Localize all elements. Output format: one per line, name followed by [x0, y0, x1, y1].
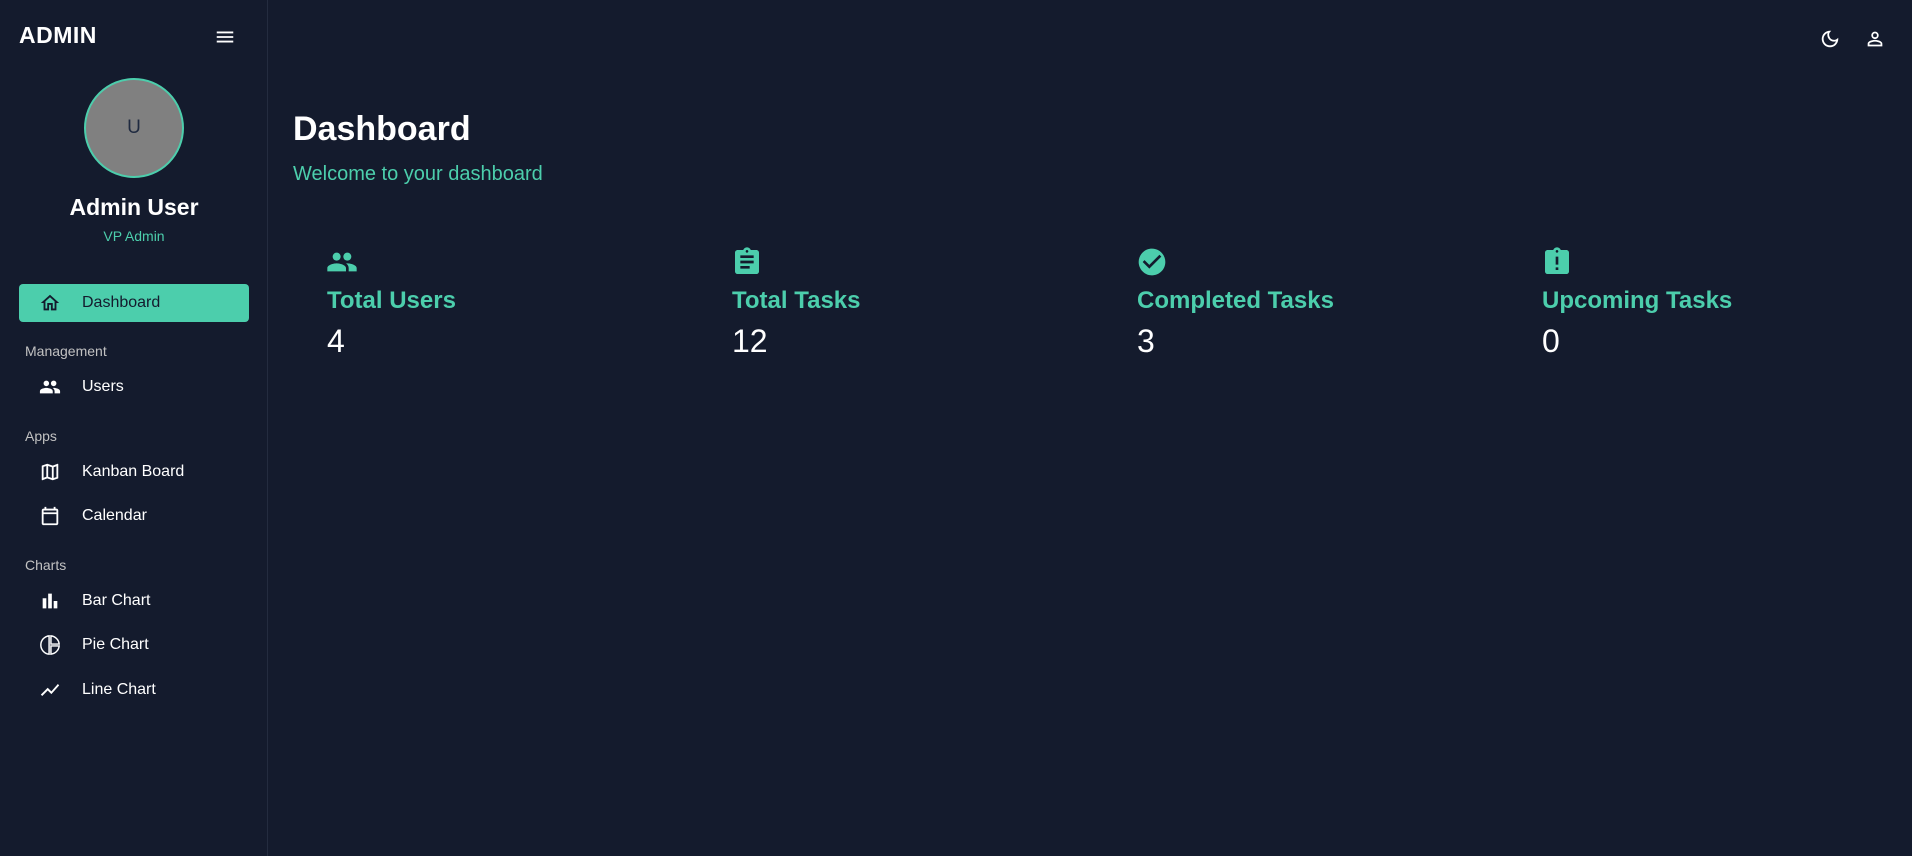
sidebar-item-label: Pie Chart — [82, 636, 149, 653]
sidebar-item-label: Bar Chart — [82, 592, 151, 609]
sidebar-item-label: Line Chart — [82, 681, 156, 698]
profile-role: VP Admin — [103, 228, 165, 244]
people-icon — [38, 375, 62, 399]
sidebar-item-dashboard[interactable]: Dashboard — [19, 284, 249, 322]
home-icon — [38, 291, 62, 315]
stat-value: 3 — [1137, 323, 1155, 359]
stat-value: 4 — [327, 323, 345, 359]
section-label-apps: Apps — [25, 428, 57, 444]
stat-card-completed-tasks: Completed Tasks 3 — [1137, 246, 1517, 366]
map-icon — [38, 460, 62, 484]
stat-card-total-tasks: Total Tasks 12 — [732, 246, 1112, 366]
app-root: ADMIN U Admin User VP Admin Dashboard Ma… — [0, 0, 1912, 856]
sidebar-item-users[interactable]: Users — [19, 368, 249, 406]
avatar-initial: U — [127, 117, 141, 138]
sidebar-item-kanban-board[interactable]: Kanban Board — [19, 453, 249, 491]
stat-title: Total Users — [327, 287, 456, 314]
check-circle-icon — [1138, 248, 1166, 276]
profile-name: Admin User — [69, 194, 199, 220]
stat-value: 12 — [732, 323, 768, 359]
sidebar-item-label: Calendar — [82, 507, 147, 524]
stat-title: Total Tasks — [732, 287, 861, 314]
sidebar-item-label: Dashboard — [82, 294, 161, 311]
section-label-charts: Charts — [25, 557, 67, 573]
stat-card-upcoming-tasks: Upcoming Tasks 0 — [1542, 246, 1912, 366]
sidebar: ADMIN U Admin User VP Admin Dashboard Ma… — [0, 0, 268, 856]
stat-title: Completed Tasks — [1137, 287, 1334, 314]
people-icon — [327, 252, 357, 272]
calendar-icon — [38, 504, 62, 528]
sidebar-item-pie-chart[interactable]: Pie Chart — [19, 626, 249, 664]
sidebar-item-label: Users — [82, 378, 124, 395]
sidebar-item-calendar[interactable]: Calendar — [19, 497, 249, 535]
sidebar-item-bar-chart[interactable]: Bar Chart — [19, 582, 249, 620]
dark-mode-icon — [1821, 30, 1839, 48]
brand-title: ADMIN — [19, 22, 97, 48]
menu-toggle-button[interactable] — [210, 24, 240, 50]
line-chart-icon — [38, 678, 62, 702]
page-title: Dashboard — [293, 110, 471, 148]
stat-value: 0 — [1542, 323, 1560, 359]
sidebar-item-line-chart[interactable]: Line Chart — [19, 671, 249, 709]
main-content: Dashboard Welcome to your dashboard Tota… — [268, 0, 1912, 856]
page-subtitle: Welcome to your dashboard — [293, 163, 543, 185]
stat-card-total-users: Total Users 4 — [327, 246, 707, 366]
avatar[interactable]: U — [84, 78, 184, 178]
stat-title: Upcoming Tasks — [1542, 287, 1733, 314]
person-icon — [1867, 31, 1883, 47]
menu-icon — [216, 31, 234, 43]
bar-chart-icon — [38, 589, 62, 613]
clipboard-icon — [735, 247, 759, 274]
section-label-management: Management — [25, 343, 107, 359]
sidebar-item-label: Kanban Board — [82, 463, 185, 480]
pie-chart-icon — [38, 633, 62, 657]
dark-mode-toggle-button[interactable] — [1817, 26, 1843, 52]
clipboard-alert-icon — [1545, 247, 1569, 274]
profile-button[interactable] — [1862, 26, 1888, 52]
